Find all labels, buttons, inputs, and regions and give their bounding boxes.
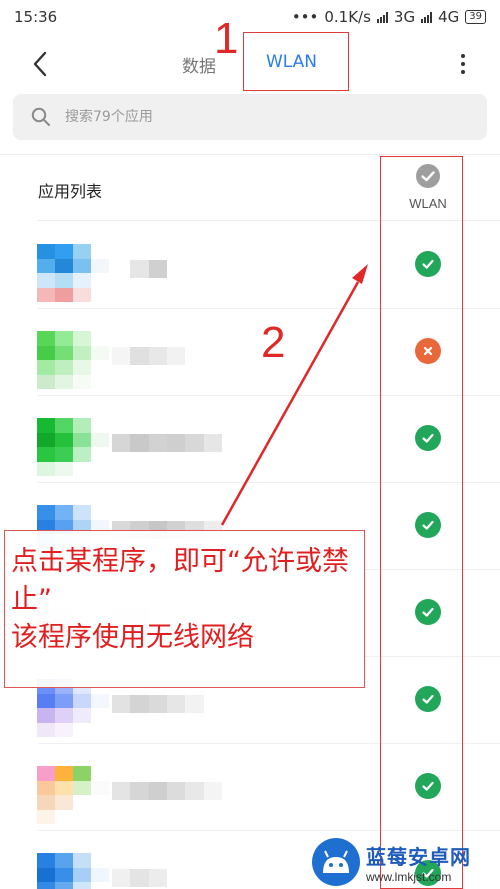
network-3g-label: 3G — [393, 8, 416, 26]
app-name-blurred — [112, 260, 222, 278]
app-name-blurred — [112, 347, 222, 365]
app-icon — [37, 853, 109, 889]
watermark: 蓝莓安卓网 www.lmkjst.com — [312, 838, 471, 886]
app-icon — [37, 418, 109, 476]
annotation-note-line-2: 该程序使用无线网络 — [11, 622, 254, 653]
signal-hd-icon — [421, 11, 433, 23]
app-name-blurred — [112, 782, 222, 800]
watermark-title: 蓝莓安卓网 — [366, 844, 471, 869]
annotation-box-wlan-column — [380, 156, 463, 889]
app-name-blurred — [112, 695, 222, 713]
notification-dots: ••• — [291, 8, 319, 26]
app-icon — [37, 766, 109, 824]
app-icon — [37, 331, 109, 389]
network-speed: 0.1K/s — [324, 8, 371, 26]
back-button[interactable] — [22, 46, 58, 82]
more-dot-icon — [461, 70, 465, 74]
app-icon — [37, 244, 109, 302]
watermark-text: 蓝莓安卓网 www.lmkjst.com — [366, 841, 471, 884]
chevron-left-icon — [33, 51, 47, 77]
search-input[interactable] — [65, 109, 445, 125]
search-icon — [31, 107, 50, 126]
app-name-blurred — [112, 434, 222, 452]
watermark-logo-icon — [312, 838, 360, 886]
more-options-button[interactable] — [450, 46, 476, 82]
more-dot-icon — [461, 62, 465, 66]
network-4g-label: 4G — [438, 8, 460, 26]
status-indicators: ••• 0.1K/s 3G 4G 39 — [292, 8, 486, 26]
status-time: 15:36 — [14, 8, 58, 26]
more-dot-icon — [461, 54, 465, 58]
annotation-marker-2: 2 — [261, 318, 286, 367]
app-list-title: 应用列表 — [38, 182, 103, 201]
tab-data[interactable]: 数据 — [182, 52, 216, 77]
battery-icon: 39 — [465, 10, 486, 24]
status-bar: 15:36 ••• 0.1K/s 3G 4G 39 — [0, 0, 500, 34]
signal-icon — [376, 11, 388, 23]
annotation-note-line-1: 点击某程序，即可“允许或禁止” — [11, 546, 349, 615]
annotation-note: 点击某程序，即可“允许或禁止” 该程序使用无线网络 — [4, 530, 365, 688]
section-divider — [0, 154, 500, 155]
annotation-marker-1: 1 — [214, 14, 239, 63]
app-name-blurred — [112, 869, 222, 887]
search-bar[interactable] — [13, 94, 487, 140]
watermark-url: www.lmkjst.com — [366, 869, 452, 884]
annotation-box-wlan-tab — [243, 32, 349, 91]
